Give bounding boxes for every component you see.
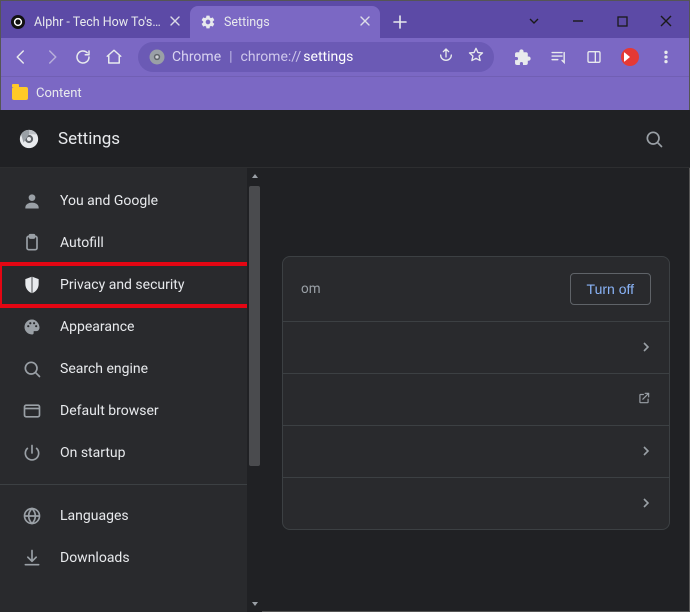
back-button[interactable] bbox=[8, 41, 33, 73]
card-row[interactable] bbox=[283, 477, 669, 529]
settings-main-panel: om Turn off bbox=[262, 168, 690, 612]
nav-languages[interactable]: Languages bbox=[0, 495, 262, 537]
bookmarks-bar: Content bbox=[0, 76, 690, 110]
settings-nav[interactable]: You and Google Autofill Privacy and secu… bbox=[0, 168, 262, 612]
window-controls bbox=[512, 6, 690, 36]
tab-label: Alphr - Tech How To's & G bbox=[34, 15, 162, 30]
profile-button[interactable] bbox=[614, 41, 646, 73]
close-icon[interactable] bbox=[360, 15, 370, 30]
nav-appearance[interactable]: Appearance bbox=[0, 306, 262, 348]
browser-icon bbox=[22, 401, 42, 421]
tab-alphr[interactable]: Alphr - Tech How To's & G bbox=[0, 6, 190, 38]
settings-page: Settings You and Google Autofill Privacy… bbox=[0, 110, 690, 612]
chrome-logo-icon bbox=[18, 128, 40, 150]
reading-list-button[interactable] bbox=[542, 41, 574, 73]
settings-header: Settings bbox=[0, 110, 690, 168]
open-external-icon bbox=[637, 391, 651, 409]
scroll-down-icon[interactable] bbox=[247, 596, 262, 612]
tab-settings[interactable]: Settings bbox=[190, 6, 380, 38]
nav-label: Languages bbox=[60, 508, 129, 524]
shield-icon bbox=[22, 275, 42, 295]
settings-card: om Turn off bbox=[282, 256, 670, 530]
nav-label: Privacy and security bbox=[60, 277, 184, 293]
new-tab-button[interactable] bbox=[386, 8, 414, 36]
omnibox-url-scheme: chrome:// bbox=[241, 49, 302, 65]
sidebar-scrollbar[interactable] bbox=[247, 168, 262, 612]
settings-search-button[interactable] bbox=[636, 121, 672, 157]
nav-separator bbox=[0, 484, 262, 485]
nav-label: Autofill bbox=[60, 235, 104, 251]
extensions-button[interactable] bbox=[506, 41, 538, 73]
folder-icon bbox=[12, 87, 28, 100]
nav-label: Search engine bbox=[60, 361, 148, 377]
nav-label: Downloads bbox=[60, 550, 130, 566]
palette-icon bbox=[22, 317, 42, 337]
avatar-icon bbox=[621, 48, 639, 66]
settings-sidebar: You and Google Autofill Privacy and secu… bbox=[0, 168, 262, 612]
person-icon bbox=[22, 191, 42, 211]
side-panel-button[interactable] bbox=[578, 41, 610, 73]
nav-autofill[interactable]: Autofill bbox=[0, 222, 262, 264]
omnibox-chip: Chrome bbox=[172, 49, 221, 65]
nav-label: Default browser bbox=[60, 403, 159, 419]
toolbar: Chrome | chrome://settings bbox=[0, 38, 690, 76]
nav-default-browser[interactable]: Default browser bbox=[0, 390, 262, 432]
menu-button[interactable] bbox=[650, 41, 682, 73]
minimize-button[interactable] bbox=[556, 6, 600, 36]
nav-privacy-and-security[interactable]: Privacy and security bbox=[0, 264, 262, 306]
card-row-sync[interactable]: om Turn off bbox=[283, 257, 669, 321]
page-title: Settings bbox=[58, 129, 120, 149]
nav-downloads[interactable]: Downloads bbox=[0, 537, 262, 579]
forward-button[interactable] bbox=[39, 41, 64, 73]
card-row[interactable] bbox=[283, 321, 669, 373]
caret-down-button[interactable] bbox=[512, 6, 556, 36]
clipboard-icon bbox=[22, 233, 42, 253]
download-icon bbox=[22, 548, 42, 568]
chevron-right-icon bbox=[641, 444, 651, 460]
turn-off-button[interactable]: Turn off bbox=[570, 273, 651, 305]
chrome-icon bbox=[148, 48, 166, 66]
bookmark-folder-content[interactable]: Content bbox=[12, 86, 82, 101]
nav-label: On startup bbox=[60, 445, 126, 461]
window-close-button[interactable] bbox=[644, 6, 688, 36]
nav-search-engine[interactable]: Search engine bbox=[0, 348, 262, 390]
maximize-button[interactable] bbox=[600, 6, 644, 36]
card-row[interactable] bbox=[283, 373, 669, 425]
close-icon[interactable] bbox=[170, 15, 180, 30]
scrollbar-thumb[interactable] bbox=[249, 186, 260, 466]
nav-on-startup[interactable]: On startup bbox=[0, 432, 262, 474]
nav-label: Appearance bbox=[60, 319, 134, 335]
scroll-up-icon[interactable] bbox=[247, 168, 262, 184]
nav-you-and-google[interactable]: You and Google bbox=[0, 180, 262, 222]
nav-label: You and Google bbox=[60, 193, 158, 209]
omnibox-url-path: settings bbox=[303, 49, 353, 65]
chevron-right-icon bbox=[641, 496, 651, 512]
gear-icon bbox=[200, 14, 216, 30]
home-button[interactable] bbox=[101, 41, 126, 73]
share-icon[interactable] bbox=[438, 47, 454, 67]
omnibox-separator: | bbox=[229, 49, 232, 65]
chevron-right-icon bbox=[641, 340, 651, 356]
power-icon bbox=[22, 443, 42, 463]
bookmark-star-icon[interactable] bbox=[468, 47, 484, 67]
globe-icon bbox=[22, 506, 42, 526]
alphr-favicon-icon bbox=[10, 14, 26, 30]
reload-button[interactable] bbox=[70, 41, 95, 73]
bookmark-label: Content bbox=[36, 86, 82, 101]
card-row[interactable] bbox=[283, 425, 669, 477]
search-icon bbox=[22, 359, 42, 379]
tab-label: Settings bbox=[224, 15, 352, 30]
tab-strip: Alphr - Tech How To's & G Settings bbox=[0, 0, 690, 38]
omnibox[interactable]: Chrome | chrome://settings bbox=[138, 42, 494, 72]
card-row-text: om bbox=[301, 281, 321, 297]
